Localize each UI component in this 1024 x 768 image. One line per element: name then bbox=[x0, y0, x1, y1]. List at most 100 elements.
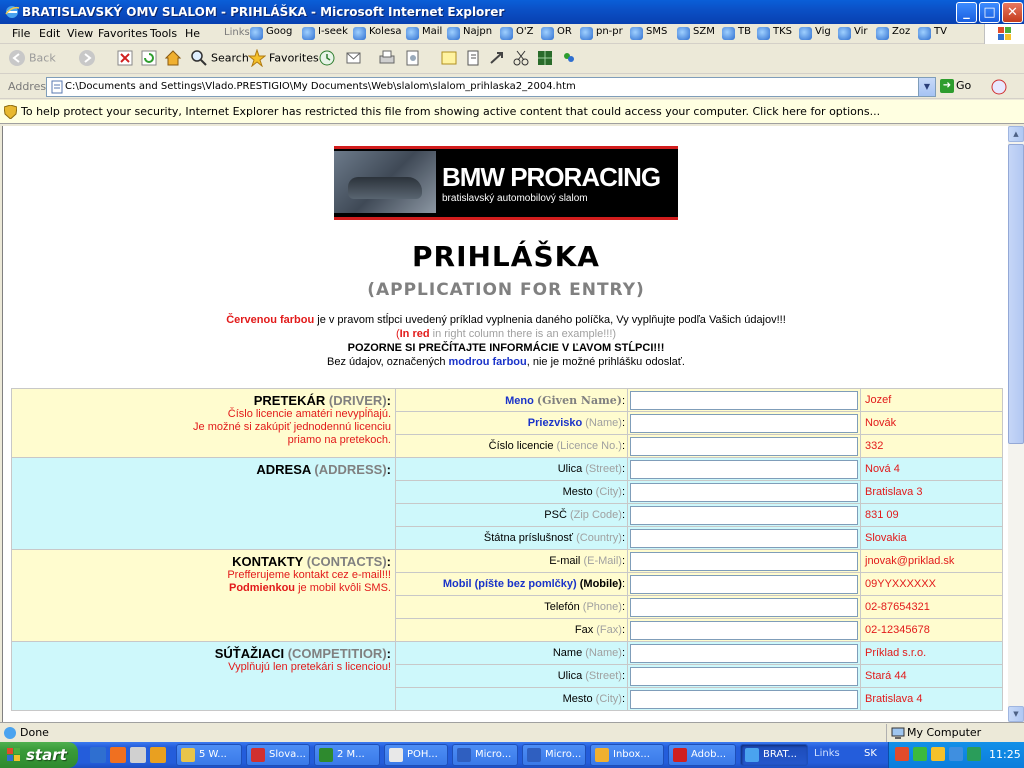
quicklaunch-outlook-icon[interactable] bbox=[110, 747, 126, 763]
tray-icon-4[interactable] bbox=[949, 747, 963, 761]
example-value: Nová 4 bbox=[860, 457, 1003, 481]
word-icon bbox=[527, 748, 541, 762]
mobile-input[interactable] bbox=[630, 574, 858, 594]
competitor-city-input[interactable] bbox=[630, 689, 858, 709]
taskbar-links[interactable]: Links bbox=[814, 748, 840, 759]
close-button[interactable]: ✕ bbox=[1002, 2, 1023, 23]
search-button[interactable]: Search bbox=[190, 49, 249, 69]
discuss-button[interactable] bbox=[440, 49, 461, 69]
tray-icon-2[interactable] bbox=[913, 747, 927, 761]
street-input[interactable] bbox=[630, 459, 858, 479]
task-folders[interactable]: 5 W... bbox=[176, 744, 242, 766]
task-poh[interactable]: POH... bbox=[384, 744, 448, 766]
minimize-button[interactable]: _ bbox=[956, 2, 977, 23]
clock[interactable]: 11:25 bbox=[989, 748, 1021, 761]
tray-icon-1[interactable] bbox=[895, 747, 909, 761]
link-vir[interactable]: Vir bbox=[838, 26, 868, 42]
language-indicator[interactable]: SK bbox=[864, 748, 877, 759]
task-word-2[interactable]: Micro... bbox=[522, 744, 586, 766]
stop-button[interactable] bbox=[116, 49, 137, 69]
link-mail[interactable]: Mail bbox=[406, 26, 442, 42]
link-najpn[interactable]: Najpn bbox=[447, 26, 492, 42]
start-button[interactable]: start bbox=[0, 742, 78, 768]
link-iseek[interactable]: I-seek bbox=[302, 26, 348, 42]
go-button[interactable]: ➜ Go bbox=[940, 79, 971, 93]
link-tv[interactable]: TV bbox=[918, 26, 947, 42]
link-tb[interactable]: TB bbox=[722, 26, 751, 42]
example-value: 332 bbox=[860, 434, 1003, 458]
home-button[interactable] bbox=[164, 49, 185, 69]
link-pnpr[interactable]: pn-pr bbox=[580, 26, 623, 42]
scroll-up-icon[interactable]: ▲ bbox=[1008, 126, 1024, 142]
fax-input[interactable] bbox=[630, 620, 858, 640]
menu-tools[interactable]: Tools bbox=[150, 27, 177, 40]
quicklaunch-ie-icon[interactable] bbox=[90, 747, 106, 763]
phone-input[interactable] bbox=[630, 597, 858, 617]
link-sms[interactable]: SMS bbox=[630, 26, 667, 42]
tray-icon-5[interactable] bbox=[967, 747, 981, 761]
link-kolesa[interactable]: Kolesa bbox=[353, 26, 401, 42]
window-title: BRATISLAVSKÝ OMV SLALOM - PRIHLÁŠKA - Mi… bbox=[22, 5, 505, 19]
edit-button[interactable] bbox=[404, 49, 425, 69]
vertical-scrollbar[interactable]: ▲ ▼ bbox=[1008, 126, 1024, 722]
note-icon bbox=[441, 51, 457, 65]
outlook-icon bbox=[595, 748, 609, 762]
competitor-street-input[interactable] bbox=[630, 666, 858, 686]
forward-button[interactable] bbox=[78, 49, 99, 69]
page-subtitle: (APPLICATION FOR ENTRY) bbox=[367, 280, 645, 300]
task-inbox[interactable]: Inbox... bbox=[590, 744, 664, 766]
translate-icon[interactable] bbox=[990, 78, 1008, 96]
link-goog[interactable]: Goog bbox=[250, 26, 292, 42]
print-button[interactable] bbox=[378, 49, 399, 69]
email-input[interactable] bbox=[630, 551, 858, 571]
maximize-button[interactable]: □ bbox=[979, 2, 1000, 23]
task-browser-active[interactable]: BRAT... bbox=[740, 744, 808, 766]
section-contacts: KONTAKTY (CONTACTS): Prefferujeme kontak… bbox=[11, 549, 396, 642]
task-adobe[interactable]: Adob... bbox=[668, 744, 736, 766]
link-tks[interactable]: TKS bbox=[757, 26, 792, 42]
tool-button-1[interactable] bbox=[512, 49, 533, 69]
windows-flag-icon bbox=[7, 748, 20, 761]
quicklaunch-folder-icon[interactable] bbox=[150, 747, 166, 763]
country-input[interactable] bbox=[630, 528, 858, 548]
tray-icon-3[interactable] bbox=[931, 747, 945, 761]
favorites-button[interactable]: Favorites bbox=[248, 49, 319, 69]
back-button[interactable]: Back bbox=[8, 49, 56, 69]
zip-code-input[interactable] bbox=[630, 505, 858, 525]
security-zone: My Computer bbox=[886, 724, 1022, 742]
intro-line-4: Bez údajov, označených modrou farbou, ni… bbox=[327, 356, 685, 368]
address-dropdown-icon[interactable]: ▼ bbox=[918, 78, 935, 96]
messenger-button[interactable] bbox=[488, 49, 509, 69]
menu-favorites[interactable]: Favorites bbox=[98, 27, 148, 40]
mail-button[interactable] bbox=[346, 49, 367, 69]
link-zoz[interactable]: Zoz bbox=[876, 26, 910, 42]
scroll-thumb[interactable] bbox=[1008, 144, 1024, 444]
tool-button-3[interactable] bbox=[560, 49, 581, 69]
menu-file[interactable]: File bbox=[12, 27, 30, 40]
competitor-name-input[interactable] bbox=[630, 643, 858, 663]
task-word-1[interactable]: Micro... bbox=[452, 744, 518, 766]
menu-edit[interactable]: Edit bbox=[39, 27, 60, 40]
surname-input[interactable] bbox=[630, 413, 858, 433]
research-button[interactable] bbox=[464, 49, 485, 69]
scroll-down-icon[interactable]: ▼ bbox=[1008, 706, 1024, 722]
task-slova[interactable]: Slova... bbox=[246, 744, 310, 766]
menu-view[interactable]: View bbox=[67, 27, 93, 40]
link-vig[interactable]: Vig bbox=[799, 26, 831, 42]
quicklaunch-desktop-icon[interactable] bbox=[130, 747, 146, 763]
shield-icon bbox=[4, 105, 17, 119]
security-infobar[interactable]: To help protect your security, Internet … bbox=[0, 100, 1024, 124]
link-oz[interactable]: O'Z bbox=[500, 26, 533, 42]
given-name-input[interactable] bbox=[630, 390, 858, 410]
menu-help[interactable]: He bbox=[185, 27, 200, 40]
link-szm[interactable]: SZM bbox=[677, 26, 715, 42]
link-or[interactable]: OR bbox=[541, 26, 572, 42]
refresh-button[interactable] bbox=[140, 49, 161, 69]
licence-number-input[interactable] bbox=[630, 436, 858, 456]
task-excel[interactable]: 2 M... bbox=[314, 744, 380, 766]
tool-button-2[interactable] bbox=[536, 49, 557, 69]
history-button[interactable] bbox=[318, 49, 339, 69]
intro-line-2: (In red in right column there is an exam… bbox=[395, 328, 617, 340]
address-input[interactable]: C:\Documents and Settings\Vlado.PRESTIGI… bbox=[46, 77, 936, 97]
city-input[interactable] bbox=[630, 482, 858, 502]
